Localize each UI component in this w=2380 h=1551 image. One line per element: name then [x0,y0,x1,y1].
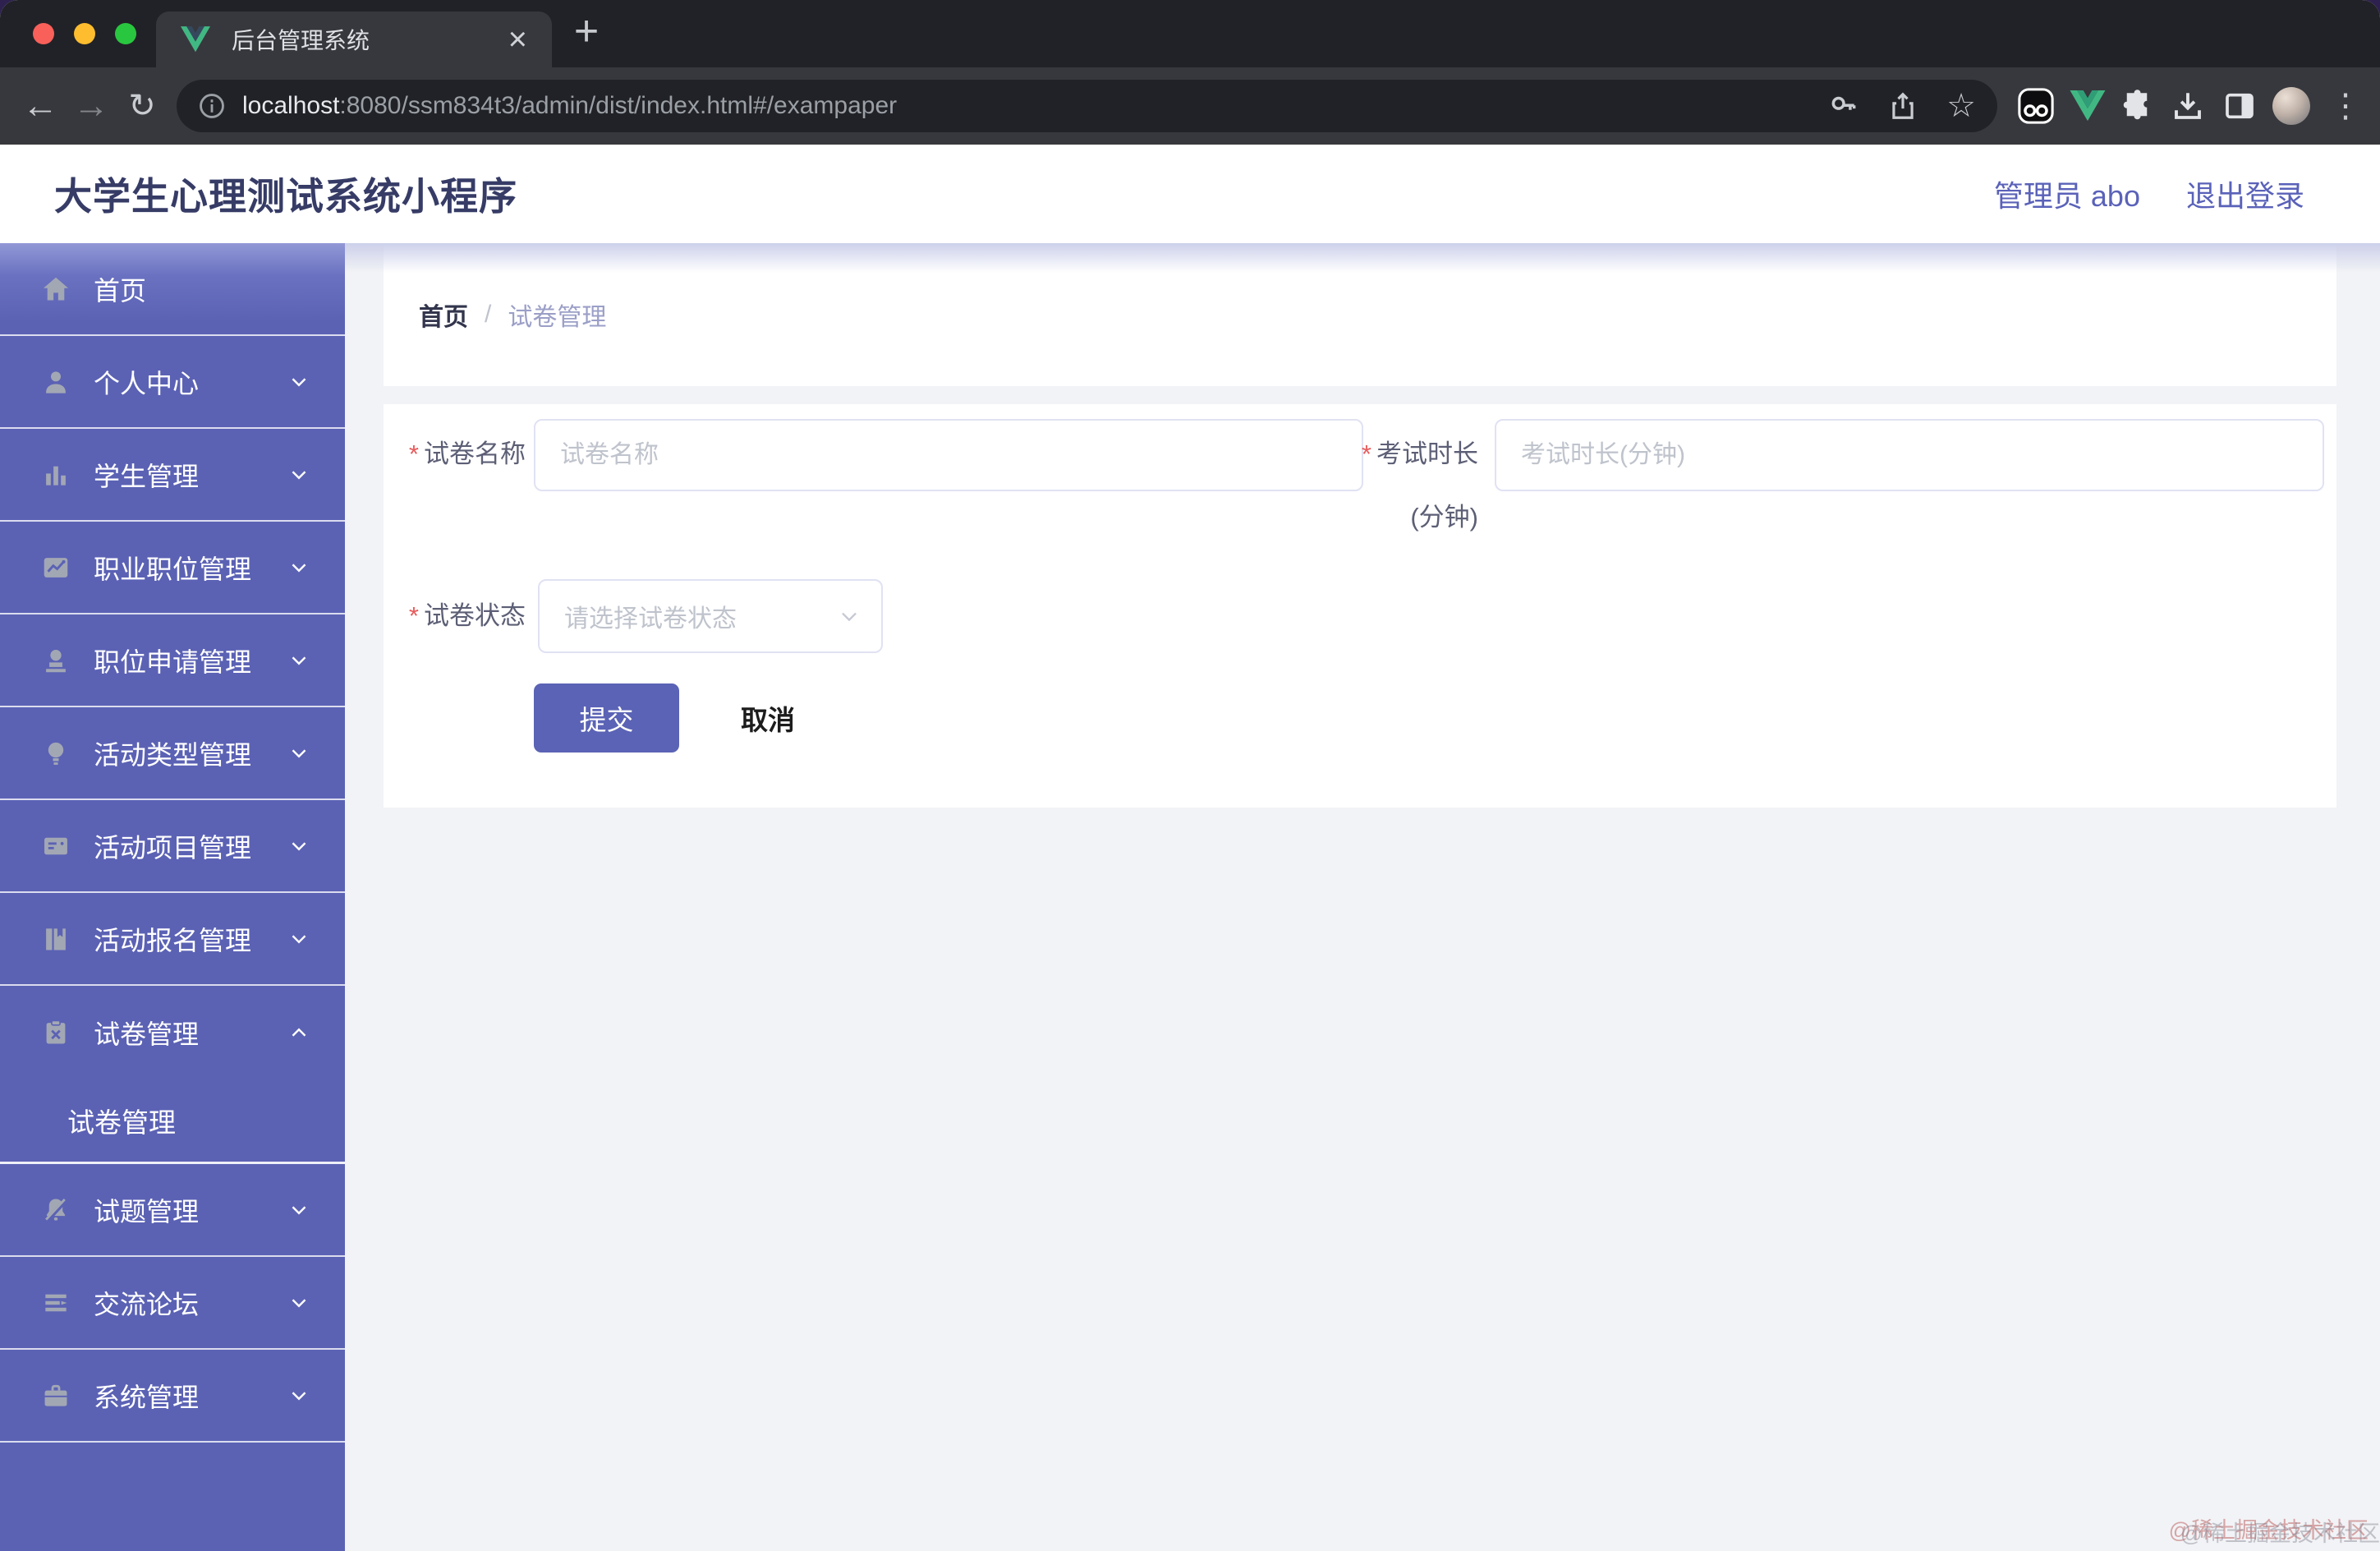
paper-status-select[interactable]: 请选择试卷状态 [538,579,883,653]
chevron-down-icon [292,1391,306,1400]
sidebar-item-exampapers[interactable]: 试卷管理 [0,986,345,1079]
select-chevron-down-icon [842,612,857,622]
tab-title: 后台管理系统 [232,28,370,53]
sidebar-item-students[interactable]: 学生管理 [0,429,345,522]
browser-menu-icon[interactable]: ⋮ [2324,67,2367,145]
chevron-down-icon [292,841,306,850]
minimize-window-button[interactable] [74,23,95,44]
sidebar-item-forum[interactable]: 交流论坛 [0,1257,345,1350]
chevron-down-icon [292,1205,306,1214]
chevron-down-icon [292,748,306,757]
breadcrumb-separator: / [485,301,492,328]
url-text[interactable]: localhost:8080/ssm834t3/admin/dist/index… [242,92,1800,120]
tab-close-icon[interactable]: × [508,23,527,56]
new-tab-button[interactable]: + [563,7,609,55]
vue-favicon-icon [181,26,210,53]
chevron-down-icon [292,563,306,572]
downloads-icon[interactable] [2166,67,2209,145]
chevron-up-icon [292,1028,306,1037]
reload-button[interactable]: ↻ [122,67,163,145]
logout-link[interactable]: 退出登录 [2186,173,2304,215]
bell-off-icon [39,1194,72,1227]
user-icon [39,366,72,398]
chevron-down-icon [292,377,306,386]
card-icon [39,830,72,863]
exam-duration-label: * 考试时长 (分钟) [1328,434,1478,538]
admin-user-label: 管理员 abo [1993,179,2140,213]
sidebar: 首页 个人中心 学生管理 职业职位管理 职位申请管理 活动类型管理 活动项目管理… [0,243,345,1551]
exam-duration-input[interactable] [1495,419,2324,491]
side-panel-icon[interactable] [2218,67,2261,145]
breadcrumb-card: 首页 / 试卷管理 [384,243,2336,386]
exam-duration-unit: (分钟) [1410,503,1478,532]
sidebar-item-applications[interactable]: 职位申请管理 [0,614,345,707]
sidebar-item-profile[interactable]: 个人中心 [0,336,345,429]
back-button[interactable]: ← [20,67,61,145]
bar-chart-icon [39,458,72,491]
paper-name-label: * 试卷名称 [408,440,526,468]
password-key-icon[interactable] [1828,90,1859,122]
watermark: @稀土掘金技术社区 @稀土掘金技术社区 [2168,1518,2380,1546]
chevron-down-icon [292,1298,306,1307]
sidebar-subitem-exampaper-manage[interactable]: 试卷管理 [0,1079,345,1164]
sidebar-item-system[interactable]: 系统管理 [0,1350,345,1443]
address-bar[interactable]: localhost:8080/ssm834t3/admin/dist/index… [177,80,1997,132]
browser-tab[interactable]: 后台管理系统 × [156,12,552,67]
browser-toolbar: ← → ↻ localhost:8080/ssm834t3/admin/dist… [0,67,2380,145]
bookmark-star-icon[interactable]: ☆ [1946,87,1976,125]
browser-window: 后台管理系统 × + ← → ↻ localhost:8080/ssm834t3… [0,0,2380,1551]
sidebar-item-home[interactable]: 首页 [0,243,345,336]
select-placeholder: 请选择试卷状态 [564,605,737,633]
home-icon [39,273,72,306]
extensions-puzzle-icon[interactable] [2116,67,2158,145]
breadcrumb-home[interactable]: 首页 [419,297,468,333]
share-icon[interactable] [1887,90,1918,122]
app-title: 大学生心理测试系统小程序 [54,175,517,218]
tab-strip: 后台管理系统 × + [0,0,2380,67]
sidebar-item-careers[interactable]: 职业职位管理 [0,522,345,614]
paper-name-input[interactable] [534,419,1363,491]
traffic-lights [33,23,136,44]
sidebar-item-activity-types[interactable]: 活动类型管理 [0,707,345,800]
trend-chart-icon [39,551,72,584]
close-window-button[interactable] [33,23,54,44]
chevron-down-icon [292,470,306,479]
breadcrumb: 首页 / 试卷管理 [419,297,606,333]
zoom-window-button[interactable] [115,23,136,44]
notebook-icon [39,923,72,955]
clipboard-icon [39,1016,72,1049]
forum-icon [39,1286,72,1319]
submit-button[interactable]: 提交 [534,683,679,752]
sidebar-item-questions[interactable]: 试题管理 [0,1164,345,1257]
app-header: 大学生心理测试系统小程序 管理员 abo 退出登录 [0,145,2380,243]
sidebar-item-activity-signups[interactable]: 活动报名管理 [0,893,345,986]
lightbulb-icon [39,737,72,770]
applicant-icon [39,644,72,677]
system-icon [39,1379,72,1412]
sidebar-item-activity-projects[interactable]: 活动项目管理 [0,800,345,893]
main-content: 首页 / 试卷管理 *试卷名称 *考试时长 (分钟) *试卷状态 请选择试卷状态 [345,243,2380,1551]
paper-status-label: * 试卷状态 [408,601,526,630]
chevron-down-icon [292,656,306,665]
vue-devtools-icon[interactable] [2066,67,2109,145]
cancel-button[interactable]: 取消 [741,698,795,738]
site-info-icon[interactable] [198,92,226,120]
oo-extension-icon[interactable] [2015,67,2057,145]
breadcrumb-current: 试卷管理 [508,304,607,331]
chevron-down-icon [292,934,306,943]
exampaper-form-card: *试卷名称 *考试时长 (分钟) *试卷状态 请选择试卷状态 提交 取消 [384,404,2336,808]
profile-avatar[interactable] [2270,67,2313,145]
forward-button[interactable]: → [71,67,112,145]
